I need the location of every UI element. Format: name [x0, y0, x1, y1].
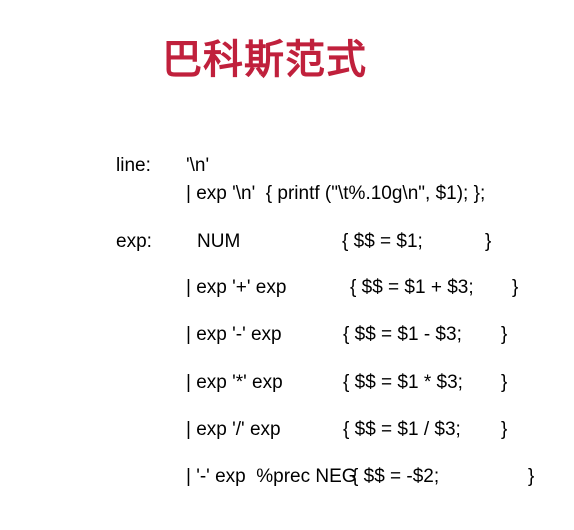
exp-rule-pattern: | exp '+' exp	[186, 277, 287, 298]
exp-rule-pattern: | exp '*' exp	[186, 372, 283, 393]
exp-rule-pattern: NUM	[197, 231, 241, 252]
exp-rule-close: }	[501, 324, 508, 345]
exp-rule-action: { $$ = $1;	[342, 231, 423, 252]
line-rule-1: '\n'	[186, 155, 210, 176]
exp-label: exp:	[116, 231, 152, 252]
page-title: 巴科斯范式	[162, 37, 367, 83]
exp-rule-close: }	[501, 419, 508, 440]
exp-rule-action: { $$ = $1 * $3;	[343, 372, 463, 393]
exp-rule-action: { $$ = $1 / $3;	[343, 419, 461, 440]
exp-rule-action: { $$ = $1 + $3;	[350, 277, 474, 298]
exp-rule-close: }	[501, 372, 508, 393]
exp-rule-close: }	[528, 466, 535, 487]
line-rule-2: | exp '\n' { printf ("\t%.10g\n", $1); }…	[186, 183, 486, 204]
exp-rule-close: }	[512, 277, 519, 298]
exp-rule-close: }	[485, 231, 492, 252]
exp-rule-action: { $$ = -$2;	[352, 466, 440, 487]
exp-rule-action: { $$ = $1 - $3;	[343, 324, 462, 345]
exp-rule-pattern: | '-' exp %prec NEG	[186, 466, 357, 487]
exp-rule-pattern: | exp '-' exp	[186, 324, 282, 345]
line-label: line:	[116, 155, 151, 176]
exp-rule-pattern: | exp '/' exp	[186, 419, 281, 440]
